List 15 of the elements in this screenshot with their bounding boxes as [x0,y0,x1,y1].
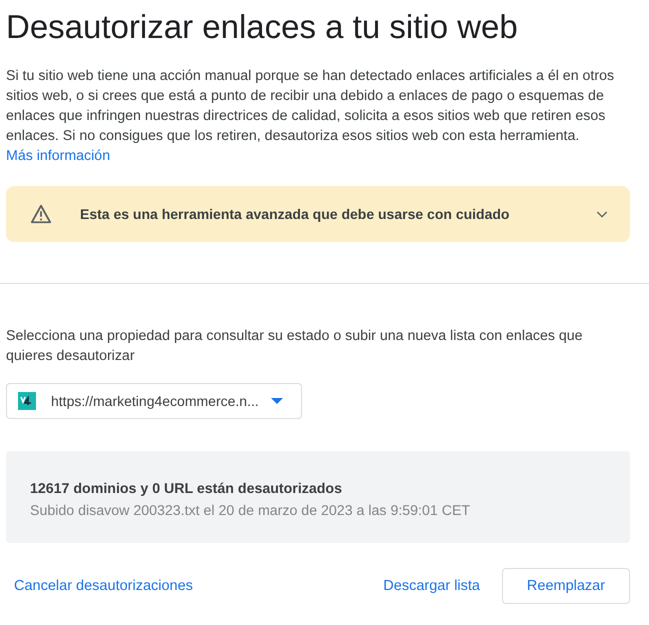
more-info-link[interactable]: Más información [6,148,110,164]
status-detail: Subido disavow 200323.txt el 20 de marzo de 2023 a las 9:59:01 CET [30,503,472,519]
intro-paragraph: Si tu sitio web tiene una acción manual porque se han detectado enlaces artificiales a él en otros sitios web, o si crees que está a punto de recibir una debido a enlaces de pago o esquemas de enlaces que infringen nuestras directrices de calidad, solicita a esos sitios web que retiren esos enlaces. Si no consigues que los retiren, desautoriza esos sitios web con esta herramienta. Más información [6,67,616,166]
warning-text: Esta es una herramienta avanzada que debe usarse con cuidado [80,206,510,222]
property-prompt: Selecciona una propiedad para consultar su estado o subir una nueva lista con enlaces que quieres desautorizar [6,327,584,366]
cancel-disavow-link[interactable]: Cancelar desautorizaciones [6,570,201,602]
warning-icon [30,203,52,225]
warning-banner[interactable]: Esta es una herramienta avanzada que debe usarse con cuidado [6,186,630,242]
download-list-link[interactable]: Descargar lista [375,570,488,602]
status-summary: 12617 dominios y 0 URL están desautorizados [30,481,343,497]
property-dropdown[interactable]: https://marketing4ecommerce.n... [6,383,302,419]
page-title: Desautorizar enlaces a tu sitio web [6,7,519,47]
caret-icon [271,398,283,404]
replace-button[interactable]: Reemplazar [502,568,630,604]
site-logo-icon [18,392,36,410]
